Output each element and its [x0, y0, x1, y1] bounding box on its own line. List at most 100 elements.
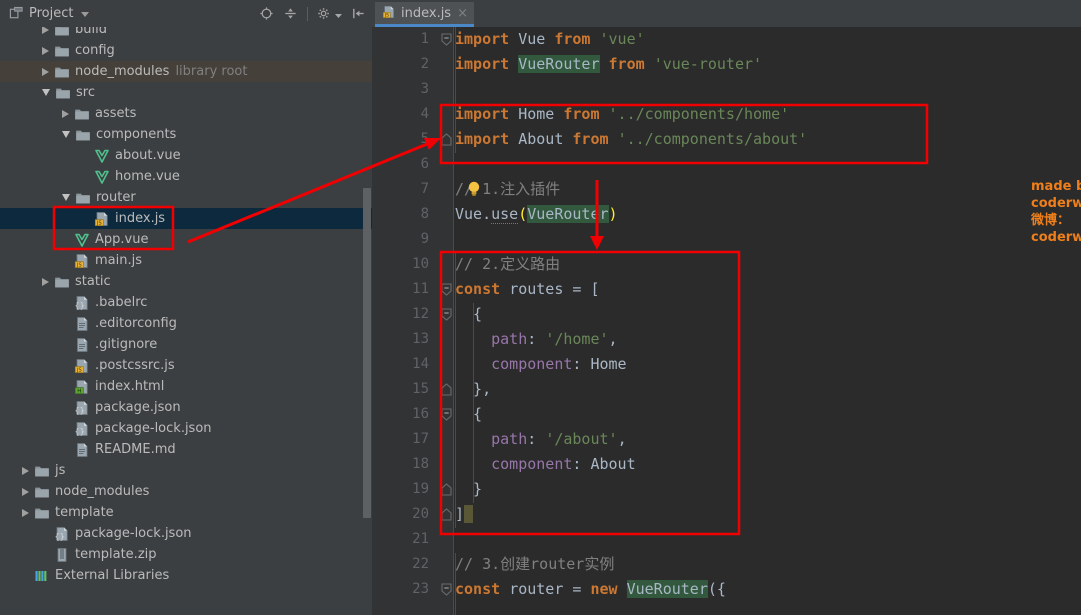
chevron-right-icon[interactable] [42, 67, 49, 76]
close-icon[interactable]: × [457, 7, 468, 20]
tree-item-label: main.js [95, 253, 142, 268]
line-number: 12 [412, 306, 429, 322]
tree-item-app-vue[interactable]: App.vue [0, 229, 372, 250]
fold-collapse-icon[interactable] [438, 402, 454, 427]
chevron-right-icon[interactable] [42, 277, 49, 286]
collapse-all-icon[interactable] [283, 6, 298, 21]
locate-target-icon[interactable] [259, 6, 274, 21]
chevron-right-icon[interactable] [22, 466, 29, 475]
tree-item--gitignore[interactable]: .gitignore [0, 334, 372, 355]
json-icon: {} [75, 295, 88, 310]
tree-item-home-vue[interactable]: home.vue [0, 166, 372, 187]
code-line-1: import Vue from 'vue' [455, 27, 645, 52]
line-number: 7 [420, 181, 429, 197]
tree-item-index-html[interactable]: Hindex.html [0, 376, 372, 397]
chevron-right-icon[interactable] [42, 27, 49, 34]
svg-text:JS: JS [76, 262, 82, 268]
lightbulb-icon[interactable] [466, 180, 482, 202]
chevron-down-icon[interactable] [42, 89, 50, 96]
gear-dropdown-chevron-icon[interactable] [335, 4, 342, 23]
chevron-down-icon[interactable] [81, 12, 90, 17]
tree-item-components[interactable]: components [0, 124, 372, 145]
code-line-15: }, [455, 380, 492, 398]
chevron-right-icon[interactable] [22, 508, 29, 517]
fold-collapse-icon[interactable] [438, 27, 454, 52]
tree-item-label: static [75, 274, 111, 289]
code-folding-strip[interactable] [438, 27, 454, 615]
tree-item-label: node_modules [55, 484, 150, 499]
js-file-icon: JS [382, 4, 396, 23]
folder-icon [75, 109, 89, 119]
tree-item-router[interactable]: router [0, 187, 372, 208]
tab-index-js[interactable]: JS index.js × [375, 2, 474, 27]
token-identifier: Home [518, 105, 555, 123]
fold-end-icon[interactable] [438, 377, 454, 402]
tree-item-about-vue[interactable]: about.vue [0, 145, 372, 166]
tree-item-js[interactable]: js [0, 460, 372, 481]
line-number: 18 [412, 456, 429, 472]
folder-icon [55, 27, 69, 35]
project-tree-scrollbar[interactable] [363, 27, 371, 615]
code-line-12: { [455, 305, 483, 323]
tree-item--postcssrc-js[interactable]: JS .postcssrc.js [0, 355, 372, 376]
tree-item-static[interactable]: static [0, 271, 372, 292]
scrollbar-thumb[interactable] [363, 188, 371, 518]
fold-collapse-icon[interactable] [438, 277, 454, 302]
chevron-right-icon[interactable] [62, 109, 69, 118]
tree-item-index-js[interactable]: JS index.js [0, 208, 372, 229]
tree-item-package-lock-json[interactable]: {} package-lock.json [0, 418, 372, 439]
code-surface[interactable]: import Vue from 'vue' import VueRouter f… [455, 27, 1081, 615]
tree-item-node-modules[interactable]: node_modules library root [0, 61, 372, 82]
line-number: 3 [420, 81, 429, 97]
tree-item-readme-md[interactable]: README.md [0, 439, 372, 460]
tree-item--editorconfig[interactable]: .editorconfig [0, 313, 372, 334]
code-line-8: Vue.use(VueRouter) [455, 202, 618, 227]
json-icon: {} [55, 526, 68, 541]
token-comment: // 2.定义路由 [455, 255, 561, 273]
tree-item-label: template.zip [75, 547, 157, 562]
tree-item-build[interactable]: build [0, 27, 372, 40]
code-line-14: component: Home [491, 355, 627, 373]
tree-item-external-libraries[interactable]: External Libraries [0, 565, 372, 586]
tree-item-main-js[interactable]: JS main.js [0, 250, 372, 271]
tree-item-package-lock-json[interactable]: {} package-lock.json [0, 523, 372, 544]
tree-item-src[interactable]: src [0, 82, 372, 103]
fold-collapse-icon[interactable] [438, 577, 454, 602]
editor-body[interactable]: 1 2 3 4 5 6 7 8 9 10 11 12 13 14 15 16 17 18 19 20 21 22 23 im… [372, 27, 1081, 615]
tree-item-label: src [76, 85, 95, 100]
settings-gear-icon[interactable] [317, 6, 332, 21]
folder-icon [56, 88, 70, 98]
fold-collapse-icon[interactable] [438, 302, 454, 327]
line-number: 21 [412, 531, 429, 547]
fold-end-icon[interactable] [438, 502, 454, 527]
vue-icon [95, 170, 109, 184]
tree-item-label: js [55, 463, 66, 478]
chevron-down-icon[interactable] [62, 194, 70, 201]
token-identifier-highlighted: VueRouter [527, 205, 609, 223]
tree-item-node-modules[interactable]: node_modules [0, 481, 372, 502]
tree-item-config[interactable]: config [0, 40, 372, 61]
token-identifier: Vue [518, 30, 546, 48]
tree-item-package-json[interactable]: {} package.json [0, 397, 372, 418]
token-paren: ( [518, 205, 528, 223]
line-number: 6 [420, 156, 429, 172]
tree-item-label: .gitignore [95, 337, 158, 352]
tree-item-template-zip[interactable]: template.zip [0, 544, 372, 565]
token-identifier: router [509, 580, 564, 598]
tree-item--babelrc[interactable]: {} .babelrc [0, 292, 372, 313]
hide-panel-icon[interactable] [351, 6, 366, 21]
line-number: 2 [420, 56, 429, 72]
project-file-tree[interactable]: build config node_modules library root src as… [0, 27, 372, 615]
vue-icon [75, 233, 89, 247]
chevron-right-icon[interactable] [22, 487, 29, 496]
line-number: 14 [412, 356, 429, 372]
chevron-down-icon[interactable] [62, 131, 70, 138]
tree-item-assets[interactable]: assets [0, 103, 372, 124]
tree-item-label: components [96, 127, 177, 142]
line-number: 11 [412, 281, 429, 297]
fold-end-icon[interactable] [438, 127, 454, 152]
chevron-right-icon[interactable] [42, 46, 49, 55]
tree-item-template[interactable]: template [0, 502, 372, 523]
tree-item-label: home.vue [115, 169, 180, 184]
fold-end-icon[interactable] [438, 477, 454, 502]
